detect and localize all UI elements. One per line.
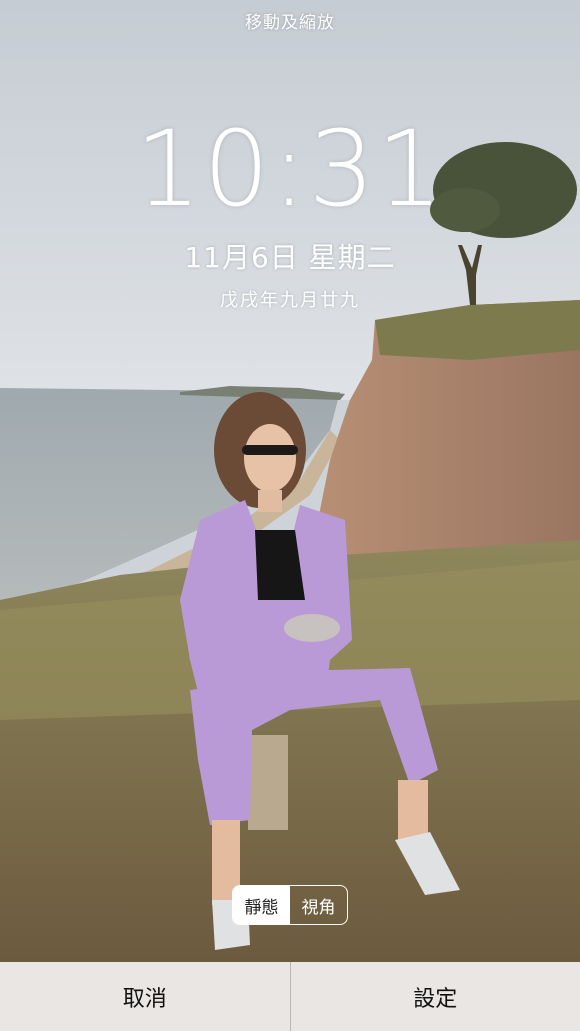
perspective-segmented-control: 靜態 視角 xyxy=(232,885,348,925)
set-button[interactable]: 設定 xyxy=(291,962,580,1031)
perspective-option[interactable]: 視角 xyxy=(290,886,347,924)
still-option[interactable]: 靜態 xyxy=(233,886,290,924)
move-and-scale-label: 移動及縮放 xyxy=(245,13,335,33)
wallpaper-action-bar: 取消 設定 xyxy=(0,962,580,1031)
lunar-date: 戊戌年九月廿九 xyxy=(220,290,360,311)
cancel-button[interactable]: 取消 xyxy=(0,962,290,1031)
lock-screen-time: 10:31 xyxy=(135,108,445,230)
lock-screen-date: 11月6日 星期二 xyxy=(184,241,396,274)
